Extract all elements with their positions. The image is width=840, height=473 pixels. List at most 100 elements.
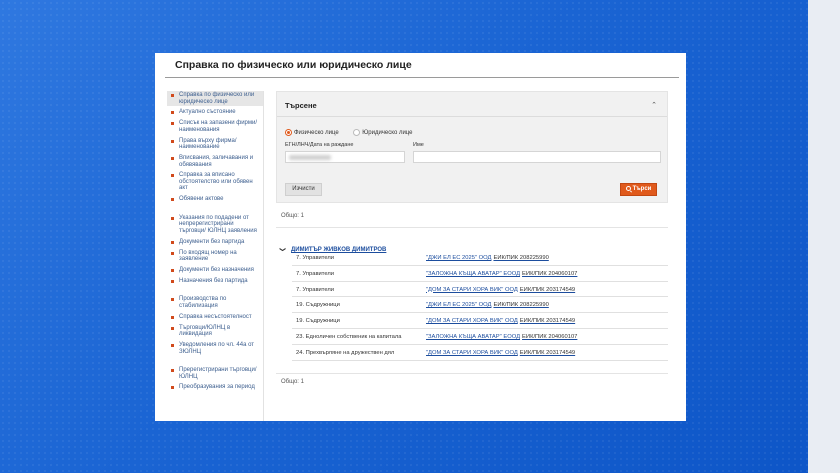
table-row: 23. Едноличен собственик на капитала "ЗАЛ… [292,329,668,345]
sidebar-item[interactable]: Вписвания, заличавания и обявявания [167,154,263,169]
bullet-icon [171,198,174,202]
radio-physical-person-label[interactable]: Физическо лице [294,130,339,136]
table-row: 19. Съдружници "ДОМ ЗА СТАРИ ХОРА ВИК" ОО… [292,313,668,329]
eik-text: ЕИК/ПИК 203174549 [519,318,576,325]
sidebar-item[interactable]: Права върху фирма/ наименование [167,137,263,152]
sidebar-item-label: Назначения без партида [179,277,248,284]
total-count-top: Общо: 1 [281,213,304,219]
bullet-icon [171,315,174,319]
company-link[interactable]: "ДОМ ЗА СТАРИ ХОРА ВИК" ООД [426,318,518,324]
divider [276,227,668,228]
bullet-icon [171,251,174,255]
results-table: 7. Управители "ДЖИ ЕЛ ЕС 2025" ООД ЕИК/ПИК… [292,250,668,361]
role-text: 7. Управители [296,286,335,293]
radio-legal-entity[interactable] [353,129,361,137]
role-text: 7. Управители [296,255,335,261]
sidebar-item-label: Справка за вписано обстоятелство или обя… [179,172,253,192]
page-container: Справка по физическо или юридическо лице… [155,53,686,421]
sidebar-item[interactable]: По входящ номер на заявление [167,249,263,264]
bullet-icon [171,386,174,390]
page-title: Справка по физическо или юридическо лице [175,59,412,71]
name-input[interactable] [413,151,661,163]
bullet-icon [171,139,174,143]
sidebar-item[interactable]: Преобразувания за период [167,383,263,392]
company-link[interactable]: "ДОМ ЗА СТАРИ ХОРА ВИК" ООД [426,287,518,293]
sidebar-item[interactable]: Уведомления по чл. 44а от ЗЮЛНЦ [167,341,263,356]
bullet-icon [171,344,174,348]
bullet-icon [171,369,174,373]
divider [276,373,668,374]
page-header: Справка по физическо или юридическо лице [165,53,679,78]
sidebar-item-label: Актуално състояние [179,109,236,116]
sidebar-item[interactable]: Производства по стабилизация [167,295,263,310]
eik-text: ЕИК/ПИК 203174549 [519,286,576,293]
name-field-label: Име [413,142,424,148]
sidebar-item-label: Права върху фирма/ наименование [179,137,237,151]
sidebar-item[interactable]: Справка за вписано обстоятелство или обя… [167,171,263,193]
company-cell: "ДЖИ ЕЛ ЕС 2025" ООД ЕИК/ПИК 208225990 [426,255,549,261]
sidebar-item-label: Указания по подадени от непререгистриран… [179,214,257,234]
bullet-icon [171,174,174,178]
bullet-icon [171,216,174,220]
sidebar-item-label: Производства по стабилизация [179,296,227,309]
table-row: 19. Съдружници "ДЖИ ЕЛ ЕС 2025" ООД ЕИК/ПИ… [292,297,668,314]
role-text: 7. Управители [296,270,335,277]
table-row: 7. Управители "ДЖИ ЕЛ ЕС 2025" ООД ЕИК/ПИК… [292,250,668,266]
bullet-icon [171,111,174,115]
company-cell: "ДОМ ЗА СТАРИ ХОРА ВИК" ООД ЕИК/ПИК 20317… [426,318,575,324]
person-result-header[interactable]: ❯ ДИМИТЪР ЖИВКОВ ДИМИТРОВ [279,238,386,253]
company-cell: "ДОМ ЗА СТАРИ ХОРА ВИК" ООД ЕИК/ПИК 20317… [426,287,575,293]
company-cell: "ЗАЛОЖНА КЪЩА АВАТАР" ЕООД ЕИК/ПИК 204060… [426,334,577,340]
sidebar-group: Пререгистрирани търговци/ ЮЛНЦ Преобразув… [167,366,263,392]
sidebar-item[interactable]: Списък на запазени фирми/наименования [167,119,263,134]
search-icon [625,186,631,191]
person-type-radio-group: Физическо лице Юридическо лице [285,124,423,137]
company-link[interactable]: "ДОМ ЗА СТАРИ ХОРА ВИК" ООД [426,350,518,356]
sidebar-item[interactable]: Документи без назначения [167,266,263,275]
window-edge [808,0,840,473]
sidebar-item[interactable]: Документи без партида [167,238,263,247]
sidebar-item[interactable]: Пререгистрирани търговци/ ЮЛНЦ [167,366,263,381]
sidebar-item[interactable]: Справка по физическо или юридическо лице [167,91,263,106]
radio-physical-person[interactable] [285,129,292,137]
company-link[interactable]: "ДЖИ ЕЛ ЕС 2025" ООД [426,255,491,261]
role-text: 23. Едноличен собственик на капитала [296,333,402,340]
search-panel: Търсене ⌃ Физическо лице Юридическо лице… [276,91,668,203]
egn-input[interactable] [285,151,405,163]
radio-legal-entity-label[interactable]: Юридическо лице [362,130,412,136]
sidebar-item[interactable]: Указания по подадени от непререгистриран… [167,214,263,236]
chevron-up-icon[interactable]: ⌃ [651,101,657,109]
role-text: 24. Прехвърляне на дружествен дял [296,349,395,356]
company-cell: "ЗАЛОЖНА КЪЩА АВАТАР" ЕООД ЕИК/ПИК 204060… [426,271,577,277]
company-cell: "ДОМ ЗА СТАРИ ХОРА ВИК" ООД ЕИК/ПИК 20317… [426,350,575,356]
company-link[interactable]: "ЗАЛОЖНА КЪЩА АВАТАР" ЕООД [426,271,520,277]
bullet-icon [171,94,174,97]
chevron-right-icon[interactable]: ❯ [279,247,286,252]
company-link[interactable]: "ЗАЛОЖНА КЪЩА АВАТАР" ЕООД [426,334,520,340]
sidebar-item-label: Уведомления по чл. 44а от ЗЮЛНЦ [179,342,255,355]
main-content: Търсене ⌃ Физическо лице Юридическо лице… [276,91,668,421]
sidebar-group: Указания по подадени от непререгистриран… [167,214,263,286]
sidebar-item[interactable]: Търговци/ЮЛНЦ в ликвидация [167,324,263,339]
sidebar-item-label: Документи без назначения [179,267,254,274]
sidebar-group: Производства по стабилизация Справка несъ… [167,295,263,356]
sidebar-item-label: Справка несъстоятелност [179,313,252,320]
sidebar-item[interactable]: Справка несъстоятелност [167,313,263,322]
search-button[interactable]: Търси [620,183,657,196]
company-cell: "ДЖИ ЕЛ ЕС 2025" ООД ЕИК/ПИК 208225990 [426,302,549,308]
sidebar-item[interactable]: Актуално състояние [167,108,263,117]
sidebar-item-label: Преобразувания за период [179,384,255,391]
sidebar-item[interactable]: Назначения без партида [167,277,263,286]
bullet-icon [171,298,174,302]
sidebar-item[interactable]: Обявени актове [167,195,263,204]
search-panel-header[interactable]: Търсене ⌃ [277,92,667,117]
bullet-icon [171,157,174,161]
sidebar-group: Справка по физическо или юридическо лице… [167,91,263,204]
company-link[interactable]: "ДЖИ ЕЛ ЕС 2025" ООД [426,302,491,308]
role-text: 19. Съдружници [296,302,340,309]
role-text: 19. Съдружници [296,318,340,325]
clear-button[interactable]: Изчисти [285,183,322,196]
blurred-egn-value [289,155,331,160]
table-row: 24. Прехвърляне на дружествен дял "ДОМ ЗА… [292,345,668,361]
bullet-icon [171,269,174,273]
